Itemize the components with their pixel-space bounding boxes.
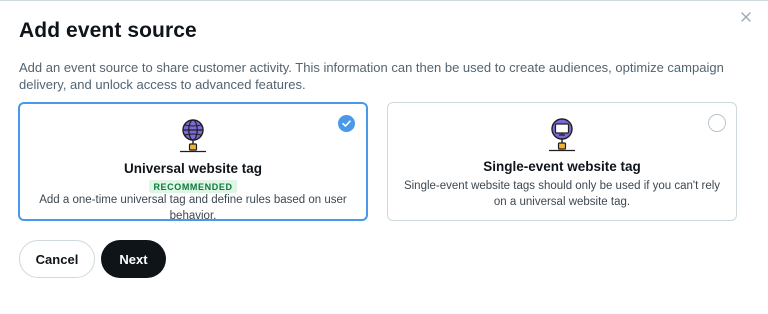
option-single-event-website-tag[interactable]: Single-event website tag Single-event we… bbox=[387, 102, 737, 221]
dialog-description: Add an event source to share customer ac… bbox=[19, 60, 724, 92]
cancel-button[interactable]: Cancel bbox=[19, 240, 95, 278]
next-button[interactable]: Next bbox=[101, 240, 166, 278]
dialog-title: Add event source bbox=[19, 19, 197, 42]
monitor-network-icon bbox=[549, 118, 575, 152]
option-universal-website-tag[interactable]: Universal website tag RECOMMENDED Add a … bbox=[18, 102, 368, 222]
top-border bbox=[0, 0, 768, 1]
radio-unchecked-icon[interactable] bbox=[708, 114, 726, 132]
option-title: Single-event website tag bbox=[483, 159, 641, 174]
selected-check-icon bbox=[338, 115, 355, 132]
globe-network-icon bbox=[180, 119, 206, 153]
option-description: Single-event website tags should only be… bbox=[403, 180, 721, 208]
close-icon bbox=[741, 12, 751, 22]
option-description: Add a one-time universal tag and define … bbox=[39, 194, 347, 222]
close-button[interactable] bbox=[737, 8, 755, 26]
option-title: Universal website tag bbox=[123, 161, 263, 176]
